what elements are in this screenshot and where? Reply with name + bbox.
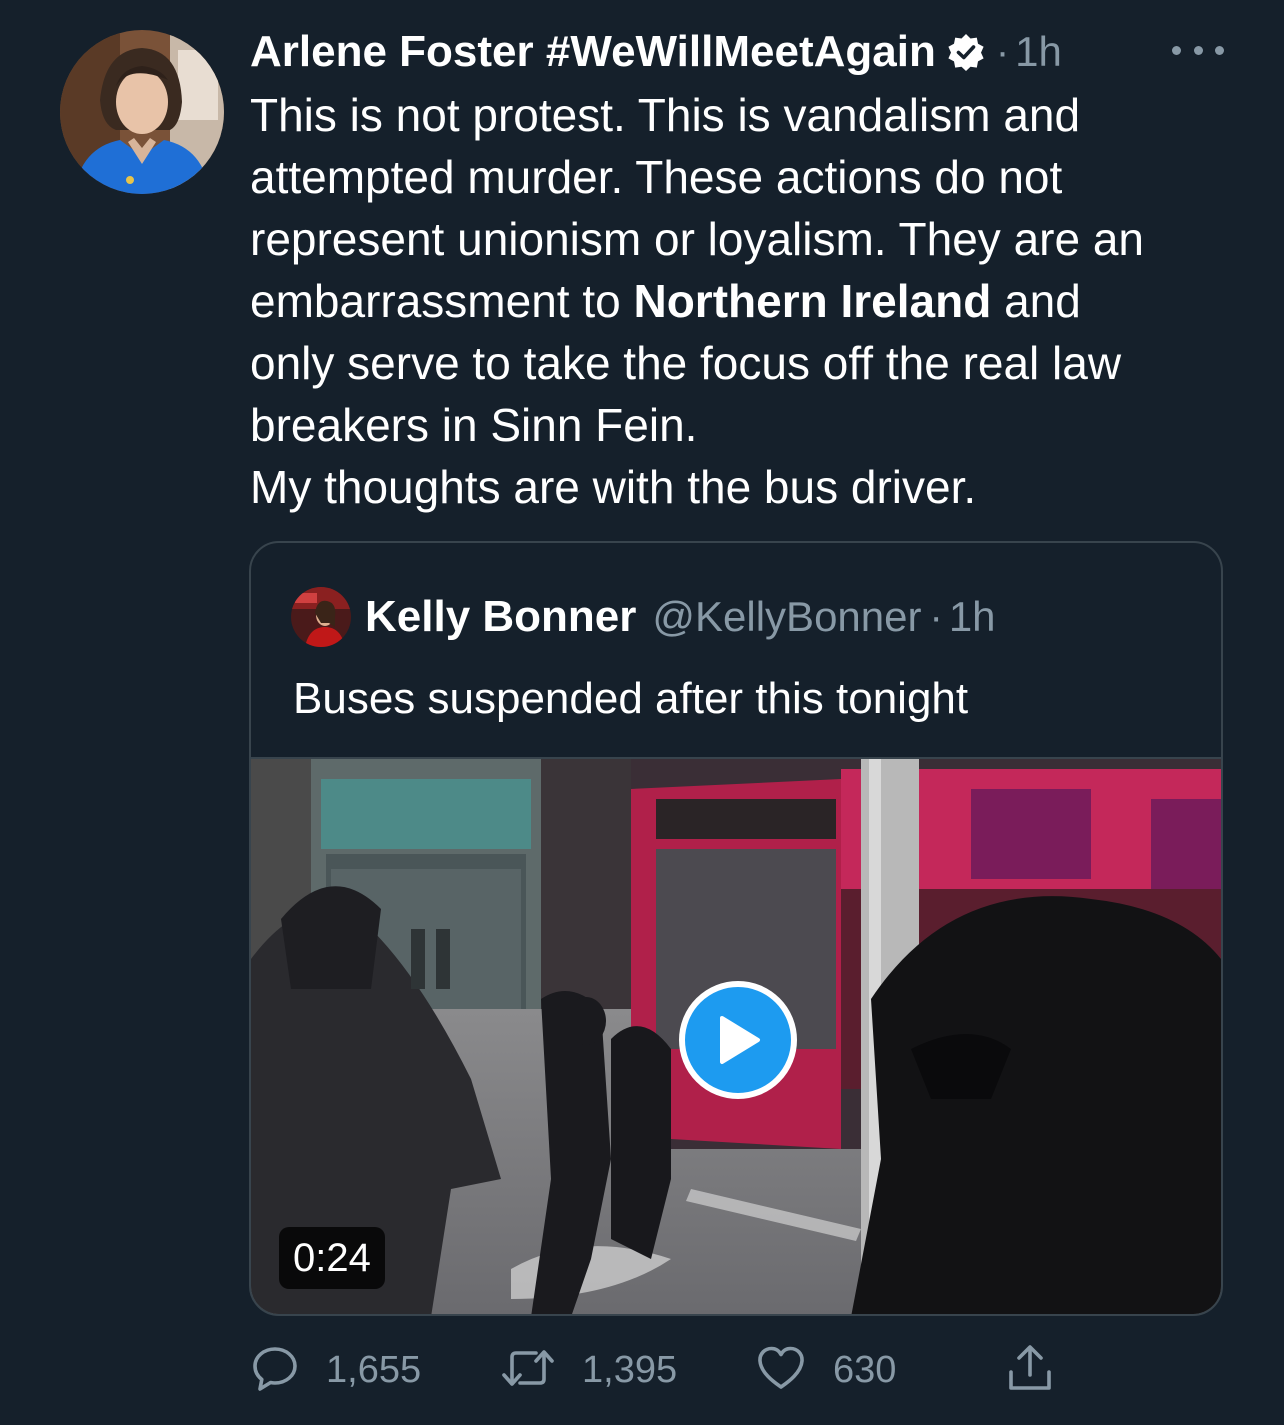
share-icon xyxy=(1005,1342,1055,1399)
tweet-text-line: This is not protest. This is vandalism a… xyxy=(250,89,1081,141)
retweet-button[interactable]: 1,395 xyxy=(500,1340,677,1400)
tweet-text-bold: Northern Ireland xyxy=(633,275,992,327)
tweet-text-line: attempted murder. These actions do not xyxy=(250,151,1063,203)
retweet-count: 1,395 xyxy=(582,1348,678,1391)
tweet-text-line: represent unionism or loyalism. They are… xyxy=(250,213,1145,265)
quoted-author-avatar[interactable] xyxy=(291,587,351,647)
quoted-text: Buses suspended after this tonight xyxy=(293,674,969,723)
tweet-actions: 1,655 1,395 630 xyxy=(250,1340,1070,1400)
time-separator: · xyxy=(995,29,1010,74)
video-player[interactable]: 0:24 xyxy=(251,757,1221,1314)
more-dot xyxy=(1193,45,1203,55)
tweet-time[interactable]: 1h xyxy=(1015,28,1062,76)
more-dot xyxy=(1172,45,1181,55)
retweet-icon xyxy=(500,1343,556,1398)
like-button[interactable]: 630 xyxy=(755,1340,896,1400)
reply-icon xyxy=(250,1343,300,1398)
quoted-author-name[interactable]: Kelly Bonner xyxy=(365,592,636,642)
verified-badge-icon xyxy=(946,32,986,72)
tweet-text-segment: embarrassment to xyxy=(250,275,634,327)
more-icon[interactable] xyxy=(1172,30,1224,70)
tweet-text-line: breakers in Sinn Fein. xyxy=(250,399,698,451)
author-name[interactable]: Arlene Foster #WeWillMeetAgain xyxy=(250,27,936,77)
heart-icon xyxy=(755,1343,807,1398)
tweet-text-line: only serve to take the focus off the rea… xyxy=(250,337,1122,389)
quoted-tweet[interactable]: Kelly Bonner @KellyBonner · 1h Buses sus… xyxy=(249,541,1223,1316)
tweet-text-line: embarrassment to Northern Ireland and xyxy=(250,270,1250,332)
author-avatar[interactable] xyxy=(60,30,224,194)
more-dot xyxy=(1215,45,1224,55)
share-button[interactable] xyxy=(1005,1340,1055,1400)
quoted-author-handle[interactable]: @KellyBonner xyxy=(652,593,921,641)
tweet: Arlene Foster #WeWillMeetAgain · 1h This… xyxy=(0,0,1284,1425)
play-icon[interactable] xyxy=(679,981,797,1099)
like-count: 630 xyxy=(833,1348,897,1391)
quoted-header: Kelly Bonner @KellyBonner · 1h xyxy=(365,587,996,647)
video-duration: 0:24 xyxy=(279,1227,385,1289)
reply-count: 1,655 xyxy=(326,1348,422,1391)
tweet-text-segment: and xyxy=(991,275,1081,327)
reply-button[interactable]: 1,655 xyxy=(250,1340,421,1400)
tweet-text-line: My thoughts are with the bus driver. xyxy=(250,461,977,513)
quoted-time-separator: · xyxy=(929,594,943,639)
tweet-text: This is not protest. This is vandalism a… xyxy=(250,84,1250,518)
quoted-time[interactable]: 1h xyxy=(949,593,996,641)
tweet-header: Arlene Foster #WeWillMeetAgain · 1h xyxy=(250,20,1062,84)
